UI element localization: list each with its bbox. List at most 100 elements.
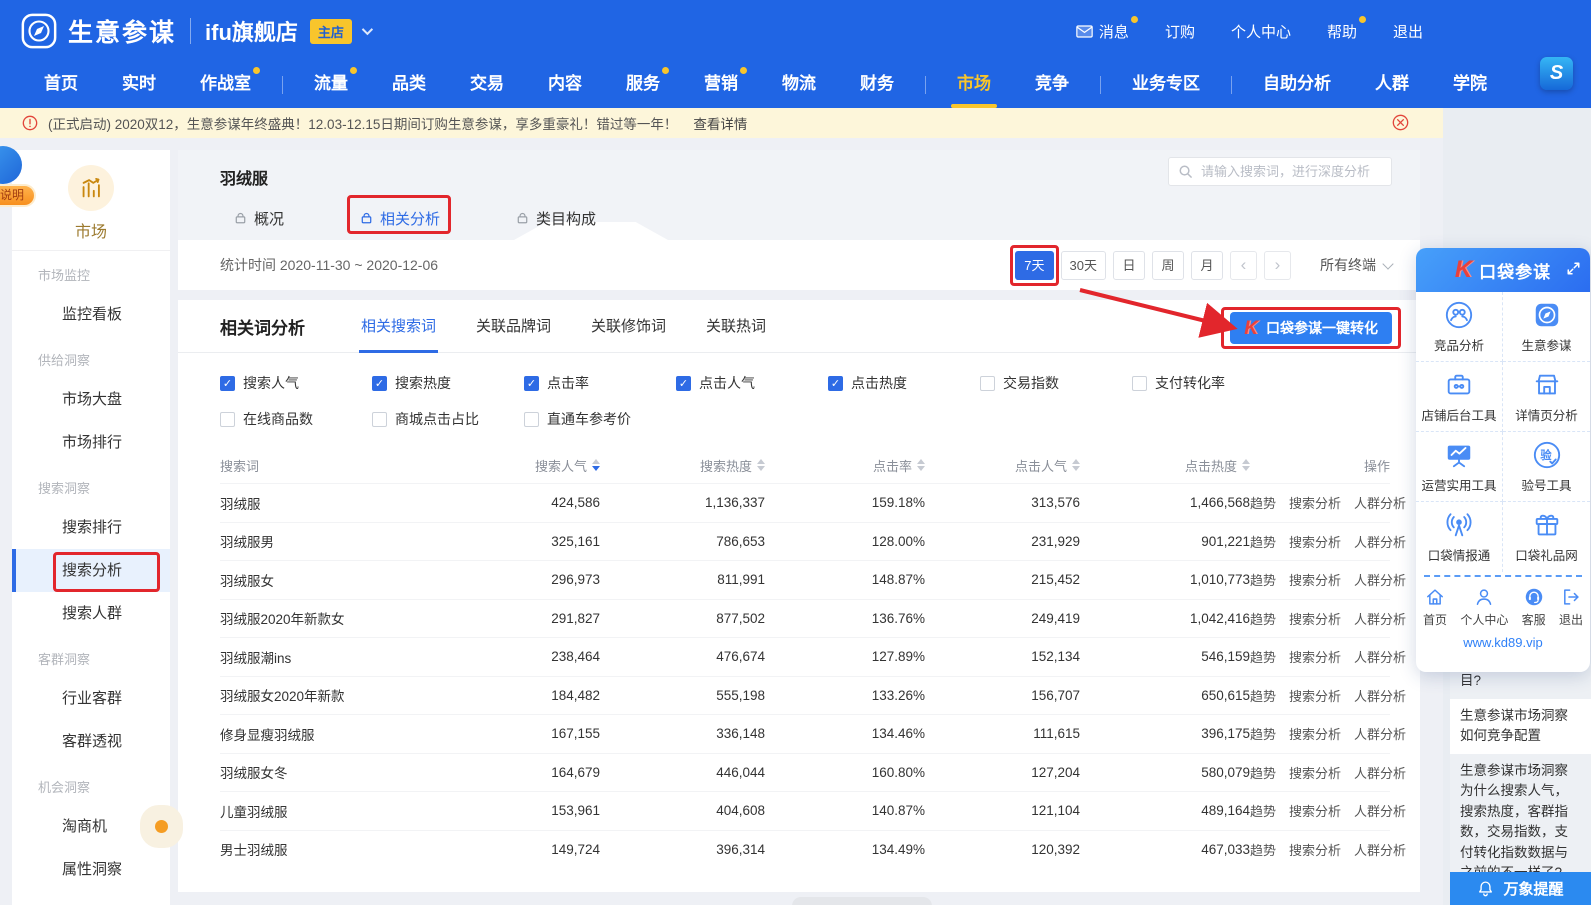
action-link-趋势[interactable]: 趋势 <box>1250 686 1276 705</box>
browser-extension-icon[interactable]: S <box>1540 57 1573 90</box>
action-link-趋势[interactable]: 趋势 <box>1250 840 1276 859</box>
date-button-30天[interactable]: 30天 <box>1060 250 1106 280</box>
date-button-日[interactable]: 日 <box>1113 250 1145 280</box>
action-link-趋势[interactable]: 趋势 <box>1250 724 1276 743</box>
sort-caret[interactable] <box>1072 459 1080 471</box>
expand-icon[interactable] <box>1566 261 1581 276</box>
faq-item[interactable]: 生意参谋市场洞察为什么搜索人气，搜索热度，客群指数，交易指数，支付转化指数数据与… <box>1450 753 1591 872</box>
nav-item-学院[interactable]: 学院 <box>1453 62 1487 108</box>
nav-item-实时[interactable]: 实时 <box>122 62 156 108</box>
word-tab-相关搜索词[interactable]: 相关搜索词 <box>358 300 439 353</box>
chevron-down-icon[interactable] <box>361 23 373 36</box>
action-link-搜索分析[interactable]: 搜索分析 <box>1289 493 1341 512</box>
checkbox-支付转化率[interactable]: 支付转化率 <box>1132 373 1284 393</box>
pocket-convert-button[interactable]: K 口袋参谋一键转化 <box>1221 307 1401 349</box>
action-link-趋势[interactable]: 趋势 <box>1250 763 1276 782</box>
nav-item-服务[interactable]: 服务 <box>626 62 669 108</box>
action-link-搜索分析[interactable]: 搜索分析 <box>1289 647 1341 666</box>
nav-item-市场[interactable]: 市场 <box>951 62 997 108</box>
faq-reminder-bar[interactable]: 万象提醒 <box>1450 872 1591 905</box>
header-action-订购[interactable]: 订购 <box>1165 21 1195 42</box>
header-action-消息[interactable]: 消息 <box>1076 15 1138 42</box>
checkbox-交易指数[interactable]: 交易指数 <box>980 373 1132 393</box>
pocket-tool-店铺后台工具[interactable]: 店铺后台工具 <box>1416 362 1503 432</box>
pocket-tool-竞品分析[interactable]: 竞品分析 <box>1416 292 1503 362</box>
action-link-趋势[interactable]: 趋势 <box>1250 647 1276 666</box>
action-link-人群分析[interactable]: 人群分析 <box>1354 763 1406 782</box>
prev-arrow-button[interactable]: ‹ <box>1230 250 1257 280</box>
date-button-周[interactable]: 周 <box>1152 250 1184 280</box>
checkbox-box[interactable] <box>1132 375 1147 391</box>
date-button-7天[interactable]: 7天 <box>1010 244 1059 286</box>
nav-item-内容[interactable]: 内容 <box>548 62 582 108</box>
action-link-搜索分析[interactable]: 搜索分析 <box>1289 763 1341 782</box>
sidebar-item-行业客群[interactable]: 行业客群 <box>12 677 170 720</box>
pocket-footer-客服[interactable]: 客服 <box>1522 586 1546 628</box>
header-action-个人中心[interactable]: 个人中心 <box>1231 21 1291 42</box>
action-link-趋势[interactable]: 趋势 <box>1250 801 1276 820</box>
action-link-人群分析[interactable]: 人群分析 <box>1354 840 1406 859</box>
action-link-人群分析[interactable]: 人群分析 <box>1354 493 1406 512</box>
pocket-footer-个人中心[interactable]: 个人中心 <box>1460 586 1508 628</box>
pocket-footer-退出[interactable]: 退出 <box>1559 586 1583 628</box>
checkbox-商城点击占比[interactable]: 商城点击占比 <box>372 409 524 429</box>
sidebar-item-客群透视[interactable]: 客群透视 <box>12 720 170 763</box>
action-link-搜索分析[interactable]: 搜索分析 <box>1289 686 1341 705</box>
sidebar-item-市场大盘[interactable]: 市场大盘 <box>12 378 170 421</box>
sidebar-item-搜索排行[interactable]: 搜索排行 <box>12 506 170 549</box>
date-button-月[interactable]: 月 <box>1191 250 1223 280</box>
pocket-tool-验号工具[interactable]: 验验号工具 <box>1503 432 1590 502</box>
pocket-tool-运营实用工具[interactable]: 运营实用工具 <box>1416 432 1503 502</box>
faq-item[interactable]: 生意参谋市场洞察如何竞争配置 <box>1450 698 1591 754</box>
sidebar-item-淘商机[interactable]: 淘商机 <box>12 805 170 848</box>
nav-item-人群[interactable]: 人群 <box>1375 62 1409 108</box>
pocket-site-link[interactable]: www.kd89.vip <box>1416 635 1590 650</box>
checkbox-搜索人气[interactable]: ✓ 搜索人气 <box>220 373 372 393</box>
action-link-趋势[interactable]: 趋势 <box>1250 609 1276 628</box>
checkbox-box[interactable] <box>220 411 235 427</box>
nav-item-营销[interactable]: 营销 <box>704 62 747 108</box>
checkbox-box[interactable]: ✓ <box>828 375 843 391</box>
action-link-人群分析[interactable]: 人群分析 <box>1354 609 1406 628</box>
pocket-footer-首页[interactable]: 首页 <box>1423 586 1447 628</box>
sort-caret[interactable] <box>592 459 600 471</box>
checkbox-搜索热度[interactable]: ✓ 搜索热度 <box>372 373 524 393</box>
action-link-趋势[interactable]: 趋势 <box>1250 570 1276 589</box>
action-link-人群分析[interactable]: 人群分析 <box>1354 724 1406 743</box>
notice-detail-link[interactable]: 查看详情 <box>693 113 747 133</box>
action-link-搜索分析[interactable]: 搜索分析 <box>1289 801 1341 820</box>
terminal-dropdown[interactable]: 所有终端 <box>1320 255 1394 275</box>
nav-item-交易[interactable]: 交易 <box>470 62 504 108</box>
action-link-搜索分析[interactable]: 搜索分析 <box>1289 840 1341 859</box>
nav-item-财务[interactable]: 财务 <box>860 62 894 108</box>
action-link-人群分析[interactable]: 人群分析 <box>1354 801 1406 820</box>
action-link-人群分析[interactable]: 人群分析 <box>1354 686 1406 705</box>
checkbox-box[interactable]: ✓ <box>676 375 691 391</box>
help-tag[interactable]: 说明 <box>0 184 37 207</box>
search-input[interactable] <box>1199 163 1382 180</box>
nav-item-竞争[interactable]: 竞争 <box>1035 62 1069 108</box>
word-tab-关联修饰词[interactable]: 关联修饰词 <box>591 300 666 353</box>
word-tab-关联品牌词[interactable]: 关联品牌词 <box>476 300 551 353</box>
checkbox-直通车参考价[interactable]: 直通车参考价 <box>524 409 676 429</box>
shop-name[interactable]: ifu旗舰店 <box>205 15 298 47</box>
sidebar-item-监控看板[interactable]: 监控看板 <box>12 293 170 336</box>
checkbox-点击热度[interactable]: ✓ 点击热度 <box>828 373 980 393</box>
action-link-搜索分析[interactable]: 搜索分析 <box>1289 609 1341 628</box>
next-arrow-button[interactable]: › <box>1264 250 1291 280</box>
checkbox-box[interactable] <box>524 411 539 427</box>
sort-caret[interactable] <box>917 459 925 471</box>
nav-item-流量[interactable]: 流量 <box>314 62 357 108</box>
sidebar-item-搜索分析[interactable]: 搜索分析 <box>12 549 170 592</box>
nav-item-品类[interactable]: 品类 <box>392 62 426 108</box>
pocket-tool-口袋礼品网[interactable]: 口袋礼品网 <box>1503 502 1590 572</box>
checkbox-点击人气[interactable]: ✓ 点击人气 <box>676 373 828 393</box>
action-link-人群分析[interactable]: 人群分析 <box>1354 570 1406 589</box>
header-action-退出[interactable]: 退出 <box>1393 21 1423 42</box>
nav-item-首页[interactable]: 首页 <box>44 62 78 108</box>
pocket-tool-详情页分析[interactable]: 详情页分析 <box>1503 362 1590 432</box>
sidebar-item-市场排行[interactable]: 市场排行 <box>12 421 170 464</box>
nav-item-业务专区[interactable]: 业务专区 <box>1132 62 1200 108</box>
checkbox-box[interactable] <box>980 375 995 391</box>
action-link-趋势[interactable]: 趋势 <box>1250 493 1276 512</box>
